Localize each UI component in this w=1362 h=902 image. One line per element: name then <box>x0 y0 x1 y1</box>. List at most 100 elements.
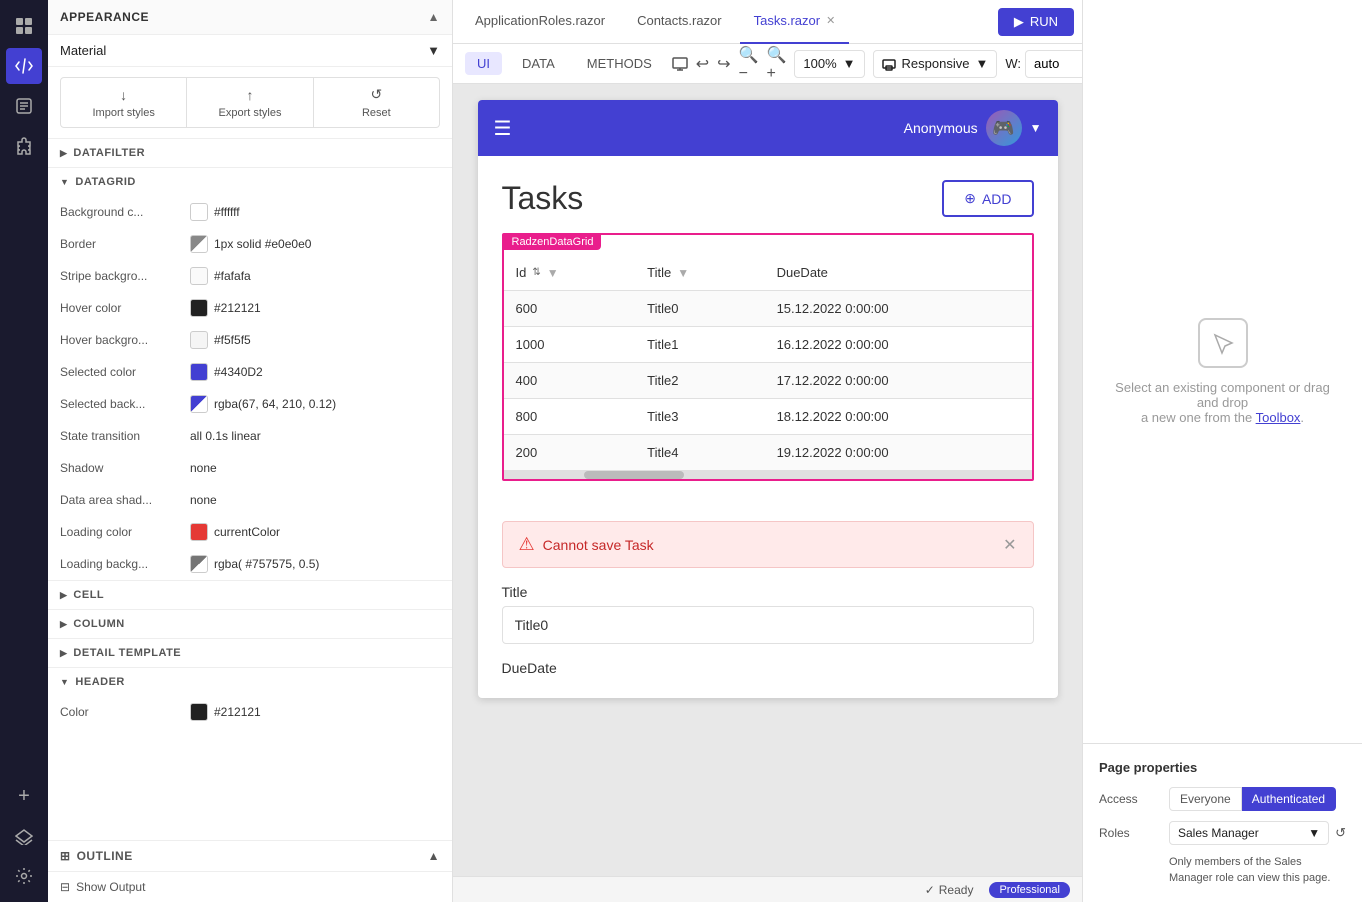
table-row[interactable]: 200 Title4 19.12.2022 0:00:00 <box>504 435 1032 471</box>
appearance-section-header[interactable]: APPEARANCE ▲ <box>48 0 452 35</box>
datagrid-scrollbar-thumb[interactable] <box>584 471 684 479</box>
everyone-button[interactable]: Everyone <box>1169 787 1242 811</box>
prop-hover-color-value[interactable]: #212121 <box>190 299 440 317</box>
hover-color-swatch[interactable] <box>190 299 208 317</box>
outline-icon: ⊞ <box>60 849 71 863</box>
alert-close-button[interactable]: ✕ <box>1003 535 1016 555</box>
prop-stripe-value[interactable]: #fafafa <box>190 267 440 285</box>
zoom-out-icon[interactable]: 🔍− <box>739 50 759 78</box>
border-color-swatch[interactable] <box>190 235 208 253</box>
prop-loading-color-value[interactable]: currentColor <box>190 523 440 541</box>
loading-color-text: currentColor <box>214 525 280 539</box>
add-icon[interactable]: + <box>6 778 42 814</box>
export-icon: ↑ <box>246 87 253 103</box>
add-button[interactable]: ⊕ ADD <box>942 180 1033 217</box>
roles-reset-button[interactable]: ↺ <box>1335 825 1346 841</box>
cell-duedate-3: 18.12.2022 0:00:00 <box>765 399 1032 435</box>
col-title: Title ▼ <box>635 255 764 291</box>
cell-title-0: Title0 <box>635 291 764 327</box>
col-title-label: Title <box>647 265 671 280</box>
data-tab[interactable]: DATA <box>510 52 567 75</box>
cell-section[interactable]: ▶ CELL <box>48 581 452 610</box>
layers-icon[interactable] <box>6 818 42 854</box>
prop-hover-bg-value[interactable]: #f5f5f5 <box>190 331 440 349</box>
loading-bg-swatch[interactable] <box>190 555 208 573</box>
sort-icon[interactable]: ⇅ <box>532 267 540 278</box>
run-button[interactable]: ▶ RUN <box>998 8 1074 36</box>
settings-icon[interactable] <box>6 858 42 894</box>
redo-icon[interactable]: ↪ <box>717 50 730 78</box>
prop-data-area-shadow-value[interactable]: none <box>190 493 440 507</box>
prop-selected-color-value[interactable]: #4340D2 <box>190 363 440 381</box>
pages-icon[interactable] <box>6 88 42 124</box>
avatar: 🎮 <box>986 110 1022 146</box>
zoom-in-icon[interactable]: 🔍+ <box>766 50 786 78</box>
cell-duedate-1: 16.12.2022 0:00:00 <box>765 327 1032 363</box>
table-row[interactable]: 600 Title0 15.12.2022 0:00:00 <box>504 291 1032 327</box>
filter-id-icon[interactable]: ▼ <box>547 266 559 280</box>
zoom-chevron: ▼ <box>843 56 856 71</box>
undo-icon[interactable]: ↩ <box>696 50 709 78</box>
page-properties: Page properties Access Everyone Authenti… <box>1083 743 1362 902</box>
grid-icon[interactable] <box>6 8 42 44</box>
prop-background-value[interactable]: #ffffff <box>190 203 440 221</box>
hover-bg-swatch[interactable] <box>190 331 208 349</box>
tab-tasks[interactable]: Tasks.razor ✕ <box>740 0 850 44</box>
detail-template-section[interactable]: ▶ DETAIL TEMPLATE <box>48 639 452 668</box>
outline-section[interactable]: ⊞ OUTLINE ▲ <box>48 840 452 871</box>
form-title-input[interactable] <box>502 606 1034 644</box>
cell-title-4: Title4 <box>635 435 764 471</box>
header-section-header[interactable]: ▼ HEADER <box>48 668 452 696</box>
prop-header-color-value[interactable]: #212121 <box>190 703 440 721</box>
error-alert: ⚠ Cannot save Task ✕ <box>502 521 1034 568</box>
prop-hover-bg: Hover backgro... #f5f5f5 <box>48 324 452 356</box>
table-row[interactable]: 800 Title3 18.12.2022 0:00:00 <box>504 399 1032 435</box>
methods-tab[interactable]: METHODS <box>575 52 664 75</box>
datagrid-body: 600 Title0 15.12.2022 0:00:00 1000 Title… <box>504 291 1032 471</box>
puzzle-icon[interactable] <box>6 128 42 164</box>
filter-title-icon[interactable]: ▼ <box>677 266 689 280</box>
prop-state-transition-label: State transition <box>60 429 190 443</box>
responsive-select[interactable]: Responsive ▼ <box>873 50 998 78</box>
w-label: W: <box>1005 56 1021 71</box>
w-input[interactable] <box>1025 50 1082 78</box>
header-color-swatch[interactable] <box>190 703 208 721</box>
roles-select[interactable]: Sales Manager ▼ <box>1169 821 1329 845</box>
datagrid-scrollbar[interactable] <box>504 471 1032 479</box>
code-icon[interactable] <box>6 48 42 84</box>
datagrid-header: Id ⇅ ▼ Title ▼ <box>504 255 1032 291</box>
prop-shadow-value[interactable]: none <box>190 461 440 475</box>
selected-bg-swatch[interactable] <box>190 395 208 413</box>
desktop-icon[interactable] <box>672 50 688 78</box>
prop-state-transition-value[interactable]: all 0.1s linear <box>190 429 440 443</box>
ui-tab[interactable]: UI <box>465 52 502 75</box>
loading-color-swatch[interactable] <box>190 523 208 541</box>
col-id-label: Id <box>516 265 527 280</box>
table-row[interactable]: 1000 Title1 16.12.2022 0:00:00 <box>504 327 1032 363</box>
toolbox-link[interactable]: Toolbox <box>1256 410 1301 425</box>
prop-loading-bg-value[interactable]: rgba( #757575, 0.5) <box>190 555 440 573</box>
hamburger-icon[interactable]: ☰ <box>494 116 512 141</box>
prop-border-value[interactable]: 1px solid #e0e0e0 <box>190 235 440 253</box>
authenticated-button[interactable]: Authenticated <box>1242 787 1336 811</box>
ready-text: Ready <box>939 883 974 897</box>
user-dropdown-arrow[interactable]: ▼ <box>1030 121 1042 135</box>
zoom-select[interactable]: 100% ▼ <box>794 50 864 78</box>
column-section[interactable]: ▶ COLUMN <box>48 610 452 639</box>
datafilter-section[interactable]: ▶ DATAFILTER <box>48 139 452 168</box>
export-styles-button[interactable]: ↑ Export styles <box>187 77 313 128</box>
reset-styles-button[interactable]: ↺ Reset <box>314 77 440 128</box>
background-color-swatch[interactable] <box>190 203 208 221</box>
tab-contacts[interactable]: Contacts.razor <box>623 0 736 44</box>
tab-application-roles[interactable]: ApplicationRoles.razor <box>461 0 619 44</box>
material-dropdown[interactable]: ▼ <box>427 43 440 58</box>
show-output-row[interactable]: ⊟ Show Output <box>48 871 452 902</box>
stripe-color-swatch[interactable] <box>190 267 208 285</box>
datagrid-section-header[interactable]: ▼ DATAGRID <box>48 168 452 196</box>
import-styles-button[interactable]: ↓ Import styles <box>60 77 187 128</box>
tab-tasks-close[interactable]: ✕ <box>826 14 835 27</box>
table-row[interactable]: 400 Title2 17.12.2022 0:00:00 <box>504 363 1032 399</box>
reset-icon: ↺ <box>370 86 382 103</box>
prop-selected-bg-value[interactable]: rgba(67, 64, 210, 0.12) <box>190 395 440 413</box>
selected-color-swatch[interactable] <box>190 363 208 381</box>
